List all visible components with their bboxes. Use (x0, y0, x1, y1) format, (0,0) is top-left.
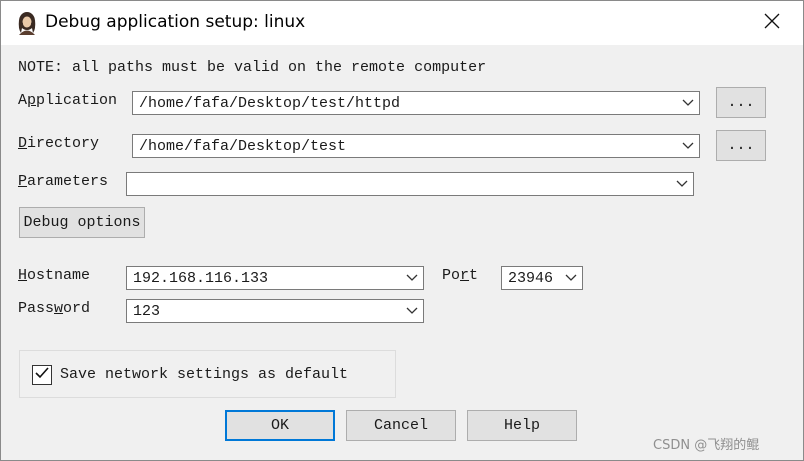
port-label: Port (442, 267, 479, 284)
window-title: Debug application setup: linux (45, 12, 306, 32)
watermark: CSDN @飞翔的鲲 (653, 438, 760, 453)
hostname-label: Hostname (18, 267, 91, 284)
application-label: Application (18, 92, 118, 109)
chevron-down-icon[interactable] (401, 267, 423, 289)
password-combo[interactable]: 123 (126, 299, 424, 323)
save-default-checkbox[interactable] (32, 365, 52, 385)
password-label: Password (18, 300, 91, 317)
directory-label: Directory (18, 135, 100, 152)
port-value: 23946 (508, 269, 554, 287)
application-value: /home/fafa/Desktop/test/httpd (139, 94, 401, 112)
close-button[interactable] (747, 1, 797, 45)
directory-value: /home/fafa/Desktop/test (139, 137, 347, 155)
checkmark-icon (34, 365, 50, 386)
port-combo[interactable]: 23946 (501, 266, 583, 290)
chevron-down-icon[interactable] (677, 135, 699, 157)
parameters-combo[interactable] (126, 172, 694, 196)
application-browse-button[interactable]: ... (716, 87, 766, 118)
application-combo[interactable]: /home/fafa/Desktop/test/httpd (132, 91, 700, 115)
directory-browse-button[interactable]: ... (716, 130, 766, 161)
help-button[interactable]: Help (467, 410, 577, 441)
chevron-down-icon[interactable] (677, 92, 699, 114)
debug-setup-dialog: Debug application setup: linux NOTE: all… (0, 0, 804, 461)
chevron-down-icon[interactable] (401, 300, 423, 322)
password-value: 123 (133, 302, 161, 320)
hostname-combo[interactable]: 192.168.116.133 (126, 266, 424, 290)
ok-button[interactable]: OK (225, 410, 335, 441)
directory-combo[interactable]: /home/fafa/Desktop/test (132, 134, 700, 158)
title-bar[interactable]: Debug application setup: linux (1, 1, 803, 45)
debug-options-button[interactable]: Debug options (19, 207, 145, 238)
close-icon (764, 13, 780, 34)
chevron-down-icon[interactable] (671, 173, 693, 195)
chevron-down-icon[interactable] (560, 267, 582, 289)
parameters-label: Parameters (18, 173, 109, 190)
portrait-app-icon (15, 11, 39, 35)
save-default-label[interactable]: Save network settings as default (60, 366, 348, 383)
remote-paths-note: NOTE: all paths must be valid on the rem… (18, 59, 487, 76)
hostname-value: 192.168.116.133 (133, 269, 269, 287)
cancel-button[interactable]: Cancel (346, 410, 456, 441)
